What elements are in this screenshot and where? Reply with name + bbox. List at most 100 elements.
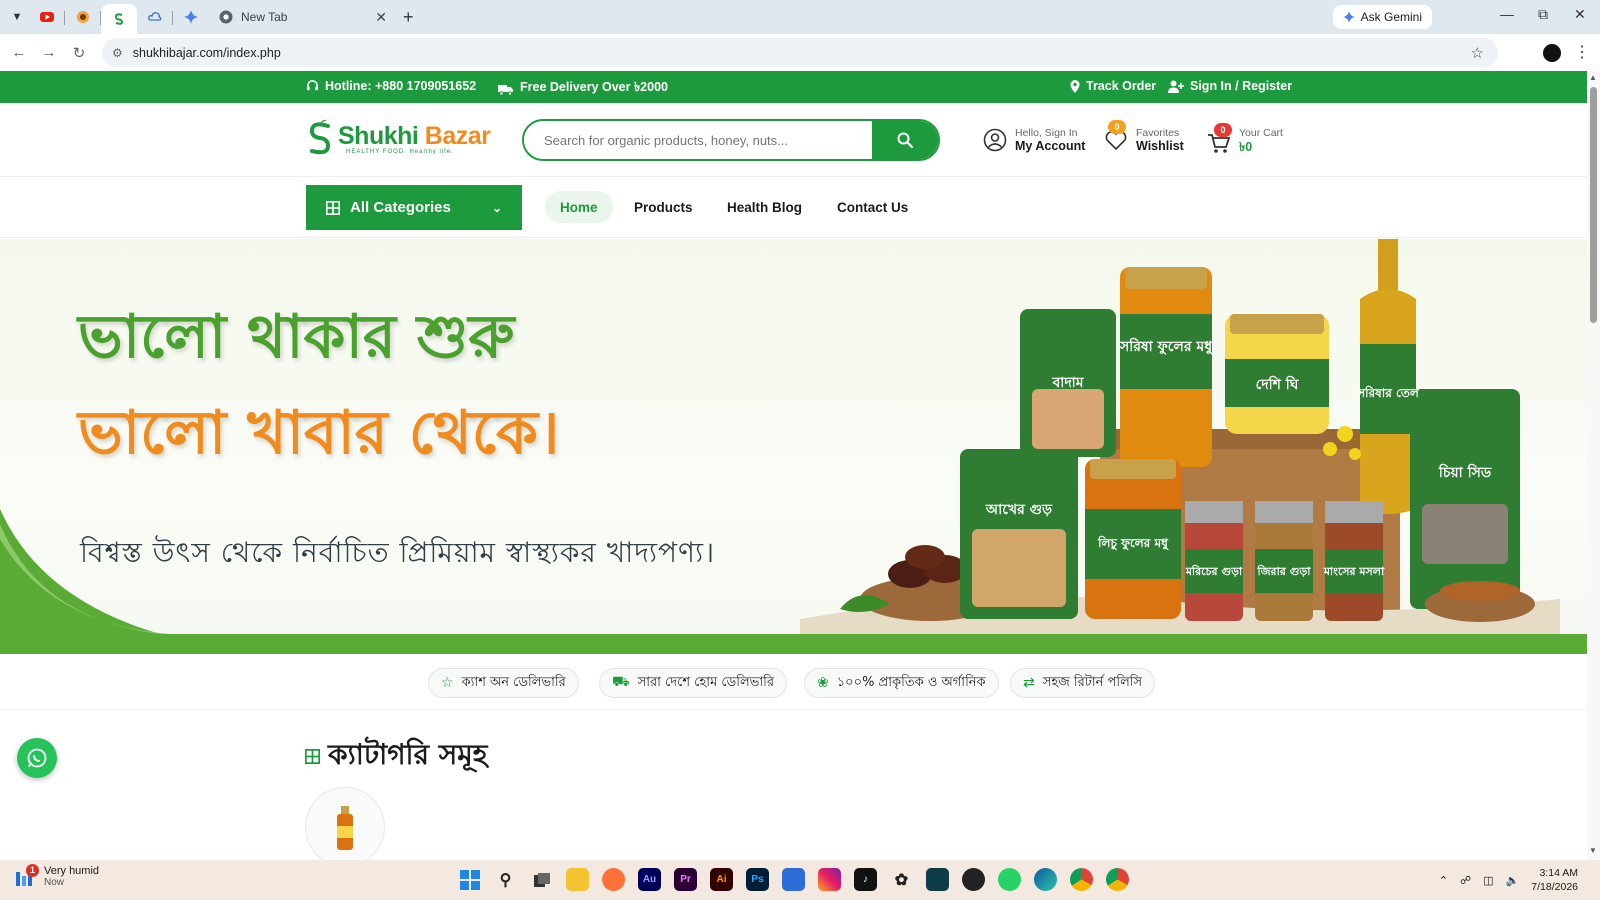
cloud-favicon-icon	[148, 12, 162, 21]
ask-gemini-button[interactable]: Ask Gemini	[1332, 5, 1432, 29]
capcut-icon[interactable]	[926, 868, 949, 891]
window-close-icon[interactable]: ✕	[1574, 6, 1586, 23]
obs-icon[interactable]	[962, 868, 985, 891]
user-plus-icon	[1168, 80, 1184, 93]
chevron-up-icon[interactable]: ⌃	[1439, 874, 1448, 887]
scroll-down-arrow-icon[interactable]: ▼	[1589, 846, 1597, 855]
scrollbar-thumb[interactable]	[1590, 87, 1597, 323]
wishlist-link[interactable]: 0 Favorites Wishlist	[1104, 120, 1184, 153]
truck-icon: ⛟	[612, 674, 630, 690]
page-scrollbar[interactable]: ▲ ▼	[1587, 71, 1600, 860]
chrome-icon	[219, 10, 233, 24]
nav-products[interactable]: Products	[619, 191, 708, 223]
sign-in-register-link[interactable]: Sign In / Register	[1168, 79, 1292, 93]
task-view-icon[interactable]	[530, 868, 553, 891]
tab-youtube[interactable]	[29, 3, 65, 31]
address-bar[interactable]: ⚙ shukhibajar.com/index.php ☆	[102, 38, 1498, 67]
category-card[interactable]	[305, 787, 385, 860]
store-icon[interactable]	[782, 868, 805, 891]
premiere-icon[interactable]: Pr	[674, 868, 697, 891]
wishlist-count-badge: 0	[1108, 120, 1126, 134]
truck-icon	[498, 84, 513, 96]
cart-link[interactable]: 0 Your Cart ৳0	[1207, 123, 1283, 159]
weather-title: Very humid	[44, 865, 100, 877]
taskbar-apps: ⚲ Au Pr Ai Ps ♪ ✿	[458, 868, 1129, 891]
tab-drive[interactable]	[137, 3, 173, 31]
hero-banner[interactable]: ভালো থাকার শুরু ভালো খাবার থেকে। বিশ্বস্…	[0, 239, 1587, 654]
grid-icon	[326, 200, 340, 215]
tab-search-chevron-icon[interactable]: ▼	[5, 5, 29, 29]
feature-label: সারা দেশে হোম ডেলিভারি	[637, 674, 774, 690]
hero-headline-2: ভালো খাবার থেকে।	[78, 398, 560, 468]
site-info-icon[interactable]: ⚙	[112, 46, 123, 60]
my-account-link[interactable]: Hello, Sign In My Account	[983, 127, 1085, 153]
tab-site-2[interactable]	[65, 3, 101, 31]
audition-icon[interactable]: Au	[638, 868, 661, 891]
free-delivery-text: Free Delivery Over ৳2000	[520, 80, 668, 94]
site-logo[interactable]: Shukhi Bazar HEALTHY FOOD. Healthy life.	[306, 119, 491, 159]
whatsapp-app-icon[interactable]	[998, 868, 1021, 891]
tiktok-icon[interactable]: ♪	[854, 868, 877, 891]
categories-section: ক্যাটাগরি সমূহ	[0, 719, 1587, 860]
feature-easy-return: ⇄ সহজ রিটার্ন পলিসি	[1010, 668, 1156, 698]
photoshop-icon[interactable]: Ps	[746, 868, 769, 891]
cart-count-badge: 0	[1214, 123, 1232, 137]
nav-home[interactable]: Home	[545, 191, 613, 223]
tab-new-tab[interactable]: New Tab ✕	[209, 3, 397, 31]
search-input[interactable]	[524, 121, 872, 159]
clock[interactable]: 3:14 AM 7/18/2026	[1531, 866, 1578, 894]
search-icon[interactable]: ⚲	[494, 868, 517, 891]
browser-menu-icon[interactable]: ⋮	[1574, 42, 1590, 62]
user-circle-icon	[983, 128, 1007, 152]
whatsapp-chat-button[interactable]	[17, 738, 57, 778]
edge-icon[interactable]	[1034, 868, 1057, 891]
label-mustard-oil: সরিষার তেল	[1356, 385, 1420, 400]
nav-contact-us[interactable]: Contact Us	[822, 191, 923, 223]
scroll-up-arrow-icon[interactable]: ▲	[1589, 73, 1597, 82]
account-big-text: My Account	[1015, 139, 1086, 153]
restore-icon[interactable]: ⧉	[1538, 6, 1548, 23]
profile-avatar-icon[interactable]	[1543, 44, 1561, 62]
feature-organic: ❀ ১০০% প্রাকৃতিক ও অর্গানিক	[804, 668, 999, 698]
categories-title: ক্যাটাগরি সমূহ	[328, 738, 488, 771]
chrome-profile-icon[interactable]	[1106, 868, 1129, 891]
browser-toolbar: ← → ↻ ⚙ shukhibajar.com/index.php ☆ ⋮	[0, 34, 1600, 71]
illustrator-icon[interactable]: Ai	[710, 868, 733, 891]
minimize-icon[interactable]: —	[1500, 6, 1514, 22]
instagram-icon[interactable]	[818, 868, 841, 891]
windows-start-icon[interactable]	[458, 868, 481, 891]
feature-home-delivery: ⛟ সারা দেশে হোম ডেলিভারি	[599, 668, 787, 698]
site-favicon-icon	[77, 11, 89, 23]
close-tab-icon[interactable]: ✕	[375, 9, 387, 26]
label-chia: চিয়া সিড	[1438, 463, 1492, 481]
nav-health-blog[interactable]: Health Blog	[712, 191, 817, 223]
hotline[interactable]: Hotline: +880 1709051652	[306, 79, 476, 93]
page-viewport: Hotline: +880 1709051652 Free Delivery O…	[0, 71, 1587, 860]
firefox-icon[interactable]	[602, 868, 625, 891]
wishlist-big-text: Wishlist	[1136, 139, 1184, 153]
hero-headline-1: ভালো থাকার শুরু	[78, 302, 515, 372]
windows-taskbar: 1 Very humid Now ⚲ Au Pr Ai Ps ♪ ✿ ⌃ ☍ ◫…	[0, 860, 1600, 900]
feature-label: ক্যাশ অন ডেলিভারি	[461, 674, 566, 690]
chatgpt-icon[interactable]: ✿	[890, 868, 913, 891]
forward-arrow-icon[interactable]: →	[34, 44, 64, 61]
reload-icon[interactable]: ↻	[64, 44, 94, 62]
network-icon[interactable]: ☍	[1460, 874, 1471, 887]
label-ghee: দেশি ঘি	[1256, 375, 1300, 393]
all-categories-button[interactable]: All Categories ⌄	[306, 185, 522, 230]
search-button[interactable]	[872, 121, 938, 159]
exchange-arrows-icon: ⇄	[1023, 675, 1035, 691]
bookmark-star-icon[interactable]: ☆	[1471, 44, 1484, 62]
volume-icon[interactable]: 🔈	[1506, 874, 1520, 887]
weather-widget[interactable]: 1 Very humid Now	[14, 863, 100, 888]
shukhi-bazar-favicon-icon	[114, 13, 124, 25]
back-arrow-icon[interactable]: ←	[4, 44, 34, 61]
display-icon[interactable]: ◫	[1483, 874, 1493, 887]
new-tab-plus-icon[interactable]: +	[403, 7, 414, 28]
track-order-link[interactable]: Track Order	[1070, 79, 1156, 93]
tab-gemini[interactable]	[173, 3, 209, 31]
file-explorer-icon[interactable]	[566, 868, 589, 891]
tab-shukhi-bazar[interactable]	[101, 4, 137, 34]
label-chili: মরিচের গুড়া	[1185, 564, 1243, 578]
chrome-app-icon[interactable]	[1070, 868, 1093, 891]
